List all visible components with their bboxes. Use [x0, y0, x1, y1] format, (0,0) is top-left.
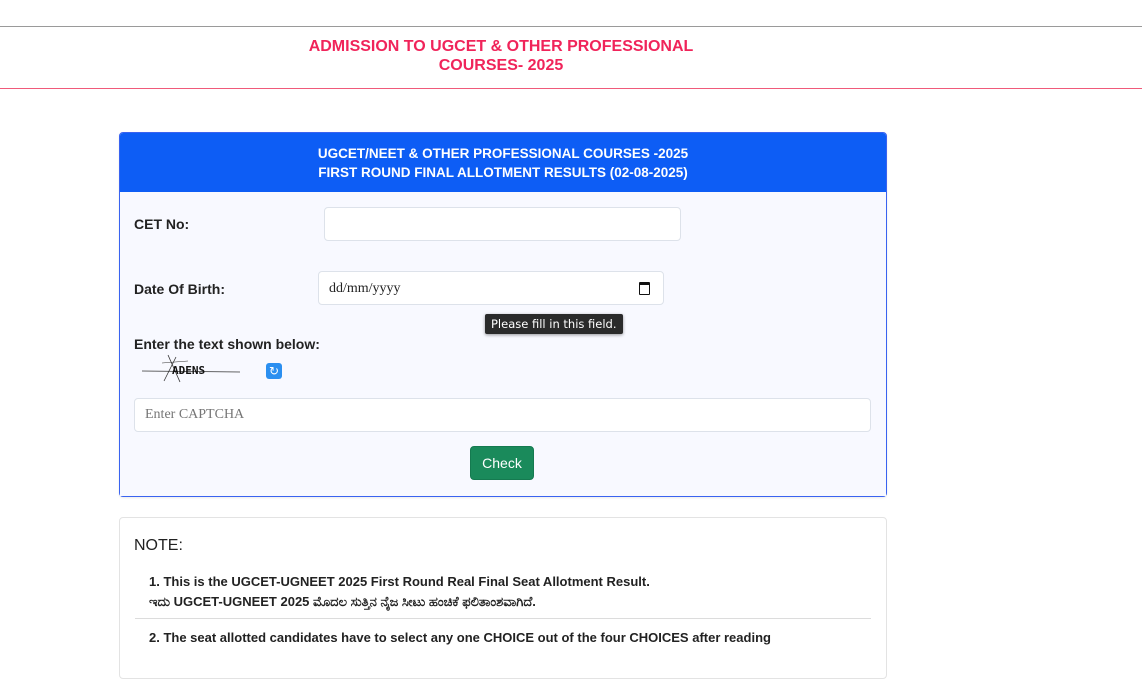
dob-input[interactable]: dd/mm/yyyy [318, 271, 664, 305]
refresh-captcha-icon[interactable]: ↻ [266, 363, 282, 379]
page-title-line2: COURSES- 2025 [438, 57, 564, 74]
captcha-image: ADENS [141, 354, 241, 383]
dob-placeholder: dd/mm/yyyy [329, 281, 401, 296]
card-title-line2: FIRST ROUND FINAL ALLOTMENT RESULTS (02-… [318, 164, 688, 180]
top-divider [0, 26, 1142, 27]
note-title: NOTE: [134, 537, 183, 554]
dob-label: Date Of Birth: [134, 281, 225, 297]
page-title: ADMISSION TO UGCET & OTHER PROFESSIONAL … [0, 37, 1002, 75]
note-item-1: 1. This is the UGCET-UGNEET 2025 First R… [149, 572, 650, 612]
header-divider [0, 88, 1142, 89]
captcha-text: ADENS [172, 364, 205, 377]
form-body: CET No: Date Of Birth: dd/mm/yyyy Please… [120, 192, 886, 496]
note-panel: NOTE: 1. This is the UGCET-UGNEET 2025 F… [119, 517, 887, 679]
check-button[interactable]: Check [470, 446, 534, 480]
captcha-input[interactable] [134, 398, 871, 432]
card-title-line1: UGCET/NEET & OTHER PROFESSIONAL COURSES … [317, 145, 689, 161]
note-item-1-english: 1. This is the UGCET-UGNEET 2025 First R… [149, 574, 650, 589]
page-title-line1: ADMISSION TO UGCET & OTHER PROFESSIONAL [308, 38, 694, 55]
allotment-form-card: UGCET/NEET & OTHER PROFESSIONAL COURSES … [119, 132, 887, 497]
cet-number-input[interactable] [324, 207, 681, 241]
validation-tooltip: Please fill in this field. [485, 314, 623, 334]
card-header: UGCET/NEET & OTHER PROFESSIONAL COURSES … [120, 133, 886, 192]
captcha-label: Enter the text shown below: [134, 336, 320, 352]
note-item-1-kannada: ಇದು UGCET-UGNEET 2025 ಮೊದಲ ಸುತ್ತಿನ ನೈಜ ಸ… [149, 594, 536, 609]
cet-number-label: CET No: [134, 216, 190, 232]
calendar-icon[interactable] [639, 282, 650, 295]
note-divider [135, 618, 871, 619]
note-item-2: 2. The seat allotted candidates have to … [149, 630, 771, 645]
